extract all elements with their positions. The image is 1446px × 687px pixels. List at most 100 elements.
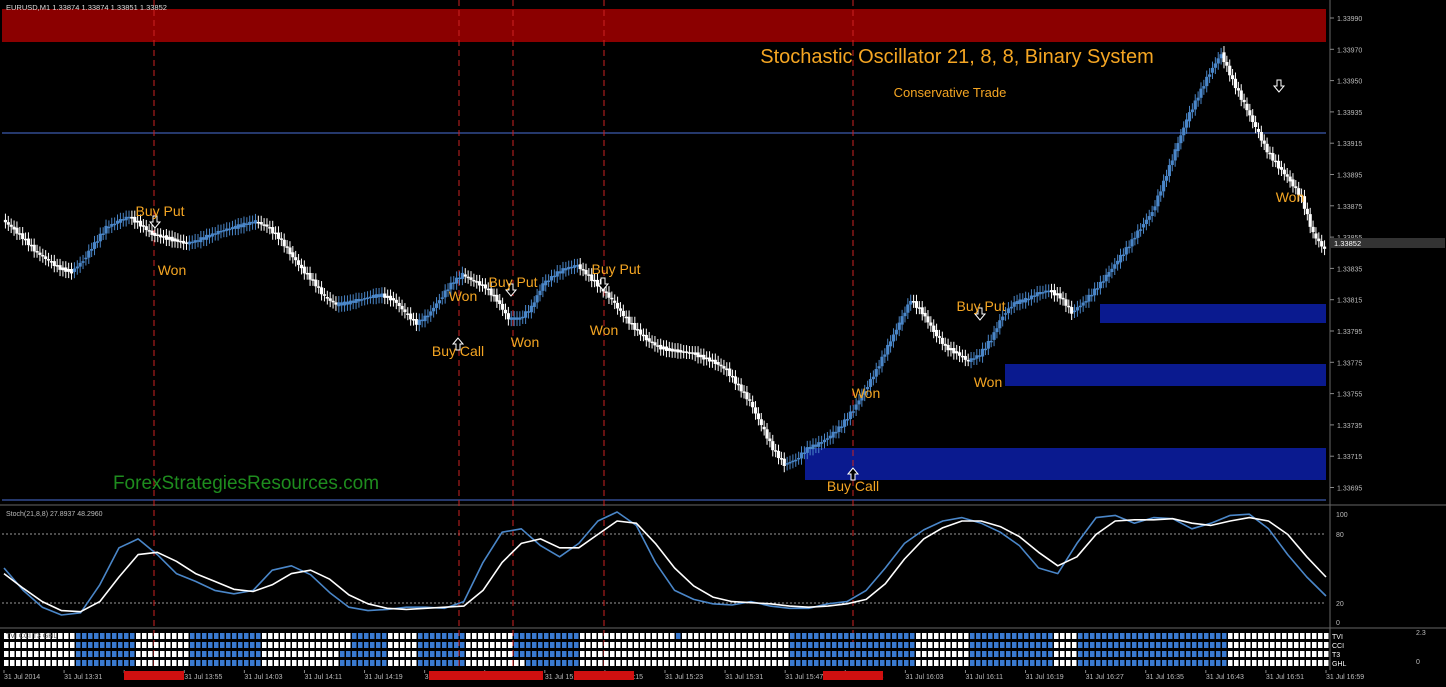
candle-body[interactable] bbox=[38, 252, 42, 255]
candle-body[interactable] bbox=[317, 286, 321, 288]
candle-body[interactable] bbox=[52, 261, 56, 267]
candle-body[interactable] bbox=[233, 225, 237, 229]
candle-body[interactable] bbox=[141, 225, 145, 227]
candle-body[interactable] bbox=[883, 354, 887, 357]
candle-body[interactable] bbox=[61, 267, 65, 271]
candle-body[interactable] bbox=[18, 233, 22, 235]
candle-body[interactable] bbox=[1041, 292, 1045, 294]
candle-body[interactable] bbox=[978, 355, 982, 357]
candle-body[interactable] bbox=[259, 222, 263, 225]
candle-body[interactable] bbox=[940, 337, 944, 344]
candle-body[interactable] bbox=[641, 334, 646, 337]
candle-body[interactable] bbox=[1104, 274, 1108, 282]
candle-body[interactable] bbox=[558, 271, 562, 274]
candle-body[interactable] bbox=[1006, 308, 1011, 314]
candle-body[interactable] bbox=[776, 450, 781, 459]
candle-body[interactable] bbox=[814, 444, 818, 447]
candle-body[interactable] bbox=[1133, 237, 1137, 240]
candle-body[interactable] bbox=[555, 271, 559, 277]
candle-body[interactable] bbox=[409, 313, 413, 320]
candle-body[interactable] bbox=[676, 349, 680, 353]
candle-body[interactable] bbox=[311, 279, 315, 281]
candle-body[interactable] bbox=[216, 230, 220, 235]
candle-body[interactable] bbox=[213, 233, 217, 235]
candle-body[interactable] bbox=[949, 348, 953, 351]
candle-body[interactable] bbox=[535, 295, 539, 303]
candle-body[interactable] bbox=[1251, 115, 1255, 123]
candle-body[interactable] bbox=[624, 316, 628, 319]
candle-body[interactable] bbox=[1093, 288, 1097, 296]
candle-body[interactable] bbox=[483, 284, 487, 289]
candle-body[interactable] bbox=[1253, 122, 1258, 127]
candle-body[interactable] bbox=[733, 376, 738, 384]
candle-body[interactable] bbox=[475, 281, 479, 283]
candle-body[interactable] bbox=[423, 315, 427, 322]
candle-body[interactable] bbox=[656, 345, 660, 347]
candle-body[interactable] bbox=[386, 295, 390, 298]
candle-body[interactable] bbox=[857, 400, 861, 405]
candle-body[interactable] bbox=[587, 274, 591, 276]
candle-body[interactable] bbox=[225, 228, 229, 231]
candle-body[interactable] bbox=[843, 419, 847, 427]
candle-body[interactable] bbox=[1021, 299, 1025, 303]
candle-body[interactable] bbox=[1259, 131, 1263, 141]
candle-body[interactable] bbox=[771, 441, 775, 451]
candle-body[interactable] bbox=[799, 452, 804, 459]
candle-body[interactable] bbox=[1032, 295, 1036, 297]
candle-body[interactable] bbox=[911, 301, 916, 303]
candle-body[interactable] bbox=[411, 319, 416, 321]
candle-body[interactable] bbox=[955, 351, 959, 354]
candle-body[interactable] bbox=[633, 323, 637, 330]
candle-body[interactable] bbox=[1233, 78, 1238, 89]
candle-body[interactable] bbox=[1139, 229, 1143, 231]
candle-body[interactable] bbox=[1185, 119, 1189, 128]
stoch-main-line[interactable] bbox=[3, 511, 1327, 616]
candle-body[interactable] bbox=[1208, 74, 1212, 77]
candle-body[interactable] bbox=[173, 238, 177, 242]
candle-body[interactable] bbox=[397, 302, 401, 307]
candle-body[interactable] bbox=[92, 242, 97, 249]
candle-body[interactable] bbox=[1225, 62, 1229, 66]
candle-body[interactable] bbox=[696, 352, 700, 358]
candle-body[interactable] bbox=[1276, 160, 1281, 169]
candle-body[interactable] bbox=[1049, 290, 1054, 293]
signal-label[interactable]: Buy Call bbox=[827, 478, 879, 494]
candle-body[interactable] bbox=[934, 329, 939, 337]
candle-body[interactable] bbox=[110, 224, 114, 227]
candle-body[interactable] bbox=[998, 320, 1002, 329]
candle-body[interactable] bbox=[460, 272, 464, 279]
candle-body[interactable] bbox=[207, 234, 212, 238]
candle-body[interactable] bbox=[1279, 167, 1284, 170]
signal-label[interactable]: Won bbox=[974, 374, 1003, 390]
candle-body[interactable] bbox=[972, 358, 976, 360]
candle-body[interactable] bbox=[179, 240, 183, 243]
candle-body[interactable] bbox=[817, 442, 821, 447]
candle-body[interactable] bbox=[1173, 149, 1177, 161]
candle-body[interactable] bbox=[638, 329, 643, 335]
candle-body[interactable] bbox=[1012, 302, 1016, 307]
candle-body[interactable] bbox=[532, 302, 536, 307]
candle-body[interactable] bbox=[107, 226, 111, 229]
candle-body[interactable] bbox=[506, 313, 510, 320]
candle-body[interactable] bbox=[15, 227, 19, 234]
candle-body[interactable] bbox=[702, 354, 706, 360]
candle-body[interactable] bbox=[9, 224, 13, 227]
candle-body[interactable] bbox=[529, 305, 533, 313]
candle-body[interactable] bbox=[952, 348, 956, 354]
candle-body[interactable] bbox=[538, 290, 542, 296]
candle-body[interactable] bbox=[670, 348, 674, 352]
candle-body[interactable] bbox=[239, 224, 243, 228]
candle-body[interactable] bbox=[12, 226, 16, 230]
candle-body[interactable] bbox=[417, 319, 421, 325]
candle-body[interactable] bbox=[837, 426, 841, 433]
candle-body[interactable] bbox=[980, 348, 985, 357]
candle-body[interactable] bbox=[236, 224, 240, 229]
candle-body[interactable] bbox=[1170, 160, 1174, 166]
candle-body[interactable] bbox=[1084, 301, 1088, 303]
candle-body[interactable] bbox=[242, 222, 246, 228]
candle-body[interactable] bbox=[1018, 299, 1022, 305]
candle-body[interactable] bbox=[360, 299, 364, 301]
candle-body[interactable] bbox=[667, 348, 671, 351]
candle-body[interactable] bbox=[1055, 293, 1059, 296]
candle-body[interactable] bbox=[434, 303, 439, 308]
